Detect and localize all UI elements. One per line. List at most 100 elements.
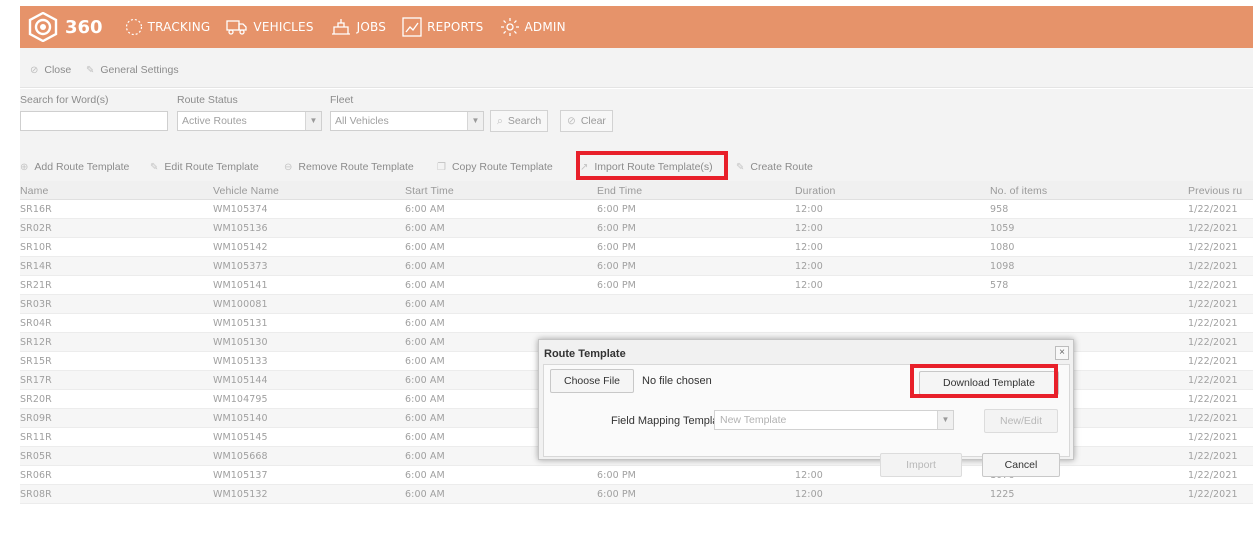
table-cell: 6:00 AM	[405, 299, 445, 310]
download-template-button[interactable]: Download Template	[919, 371, 1059, 395]
field-mapping-select[interactable]: New Template ▼	[714, 410, 954, 430]
cancel-button[interactable]: Cancel	[982, 453, 1060, 477]
clear-button-label: Clear	[580, 115, 606, 127]
table-cell: 6:00 AM	[405, 337, 445, 348]
table-cell: WM105668	[213, 451, 268, 462]
import-route-templates-button[interactable]: ↗ Import Route Template(s)	[580, 161, 713, 173]
nav-admin[interactable]: ADMIN	[500, 17, 566, 37]
table-cell: 1/22/2021	[1188, 470, 1238, 481]
table-cell: 6:00 AM	[405, 242, 445, 253]
search-button[interactable]: ⌕ Search	[490, 110, 549, 132]
table-cell: 1/22/2021	[1188, 394, 1238, 405]
table-cell: SR03R	[20, 299, 52, 310]
table-cell: 1/22/2021	[1188, 299, 1238, 310]
table-cell: 6:00 AM	[405, 204, 445, 215]
table-cell: 6:00 PM	[597, 470, 636, 481]
table-cell: 958	[990, 204, 1009, 215]
table-cell: SR04R	[20, 318, 52, 329]
table-cell: 1/22/2021	[1188, 489, 1238, 500]
create-route-button[interactable]: ✎ Create Route	[736, 161, 813, 173]
table-cell: WM105130	[213, 337, 268, 348]
app-logo[interactable]: 360	[28, 12, 103, 42]
remove-route-template-label: Remove Route Template	[298, 161, 414, 173]
table-cell: 6:00 AM	[405, 432, 445, 443]
table-row[interactable]: SR06RWM1051376:00 AM6:00 PM12:0010761/22…	[20, 466, 1253, 485]
table-cell: SR17R	[20, 375, 52, 386]
table-cell: 1080	[990, 242, 1015, 253]
table-row[interactable]: SR14R WM105373 6:00 AM 6:00 PM 12:00 1098 1/22…	[20, 257, 1253, 276]
chevron-down-icon[interactable]: ▼	[305, 112, 321, 130]
edit-route-template-button[interactable]: ✎ Edit Route Template	[150, 161, 259, 173]
table-row[interactable]: SR02R WM105136 6:00 AM 6:00 PM 12:00 1059 1/22…	[20, 219, 1253, 238]
table-cell: 1059	[990, 223, 1015, 234]
table-cell: SR02R	[20, 223, 52, 234]
nav-tracking[interactable]: TRACKING	[125, 18, 211, 36]
table-cell: SR20R	[20, 394, 52, 405]
nav-label: VEHICLES	[253, 20, 314, 34]
add-route-template-button[interactable]: ⊕ Add Route Template	[20, 161, 129, 173]
table-cell: 1/22/2021	[1188, 204, 1238, 215]
column-header[interactable]: Previous ru	[1188, 185, 1242, 197]
table-cell: 12:00	[795, 261, 823, 272]
nav-jobs[interactable]: JOBS	[330, 18, 386, 36]
add-route-template-label: Add Route Template	[34, 161, 130, 173]
fleet-select[interactable]: All Vehicles ▼	[330, 111, 484, 131]
create-route-label: Create Route	[750, 161, 813, 173]
table-cell: 1/22/2021	[1188, 375, 1238, 386]
table-row[interactable]: SR04R WM105131 6:00 AM 1/22/2021	[20, 314, 1253, 333]
nav-vehicles[interactable]: VEHICLES	[226, 18, 313, 36]
nav-reports[interactable]: REPORTS	[402, 17, 483, 37]
table-row[interactable]: SR10R WM105142 6:00 AM 6:00 PM 12:00 1080 1/22…	[20, 238, 1253, 257]
create-route-icon: ✎	[736, 161, 745, 173]
general-settings-label: General Settings	[100, 64, 179, 76]
table-cell: 6:00 AM	[405, 394, 445, 405]
table-cell: WM105144	[213, 375, 268, 386]
jobs-icon	[331, 19, 350, 35]
copy-route-template-button[interactable]: ❐ Copy Route Template	[437, 161, 553, 173]
table-row[interactable]: SR03R WM100081 6:00 AM 1/22/2021	[20, 295, 1253, 314]
close-icon[interactable]: ×	[1055, 346, 1069, 360]
remove-route-template-button[interactable]: ⊖ Remove Route Template	[284, 161, 414, 173]
clear-button[interactable]: ⊘ Clear	[560, 110, 613, 132]
sub-action-bar: ⊘ Close ✎ General Settings	[20, 48, 1253, 88]
choose-file-button[interactable]: Choose File	[550, 369, 634, 393]
search-input[interactable]	[20, 111, 168, 131]
general-settings-button[interactable]: ✎ General Settings	[86, 64, 179, 76]
remove-icon: ⊖	[284, 161, 293, 173]
table-cell: 6:00 AM	[405, 470, 445, 481]
table-row[interactable]: SR08R WM105132 6:00 AM 6:00 PM 12:00 1225 1/22…	[20, 485, 1253, 504]
new-edit-button[interactable]: New/Edit	[984, 409, 1058, 433]
table-cell: 1/22/2021	[1188, 318, 1238, 329]
nav-label: ADMIN	[524, 20, 566, 34]
table-row[interactable]: SR21R WM105141 6:00 AM 6:00 PM 12:00 578 1/22/…	[20, 276, 1253, 295]
table-cell: 578	[990, 280, 1009, 291]
table-cell: 6:00 AM	[405, 413, 445, 424]
table-row[interactable]: SR16R WM105374 6:00 AM 6:00 PM 12:00 958 1/22/…	[20, 200, 1253, 219]
column-header[interactable]: Name	[20, 185, 48, 197]
import-button[interactable]: Import	[880, 453, 962, 477]
table-cell: SR09R	[20, 413, 52, 424]
copy-icon: ❐	[437, 161, 446, 173]
chevron-down-icon[interactable]: ▼	[937, 411, 953, 429]
table-cell: 6:00 PM	[597, 204, 636, 215]
table-cell: WM105132	[213, 489, 268, 500]
wrench-icon: ✎	[86, 64, 95, 76]
table-cell: 1225	[990, 489, 1015, 500]
tracking-icon	[125, 18, 142, 36]
column-header[interactable]: End Time	[597, 185, 642, 197]
field-mapping-value: New Template	[720, 414, 787, 426]
grid-header-row: Name Vehicle Name Start Time End Time Durati…	[20, 181, 1253, 200]
logo-text: 360	[65, 16, 103, 38]
chevron-down-icon[interactable]: ▼	[467, 112, 483, 130]
column-header[interactable]: No. of items	[990, 185, 1047, 197]
column-header[interactable]: Duration	[795, 185, 836, 197]
table-cell: SR14R	[20, 261, 52, 272]
table-cell: 1/22/2021	[1188, 356, 1238, 367]
column-header[interactable]: Vehicle Name	[213, 185, 279, 197]
table-cell: 12:00	[795, 204, 823, 215]
column-header[interactable]: Start Time	[405, 185, 454, 197]
route-status-select[interactable]: Active Routes ▼	[177, 111, 322, 131]
close-button[interactable]: ⊘ Close	[30, 64, 71, 76]
table-cell: SR12R	[20, 337, 52, 348]
table-cell: 6:00 PM	[597, 261, 636, 272]
